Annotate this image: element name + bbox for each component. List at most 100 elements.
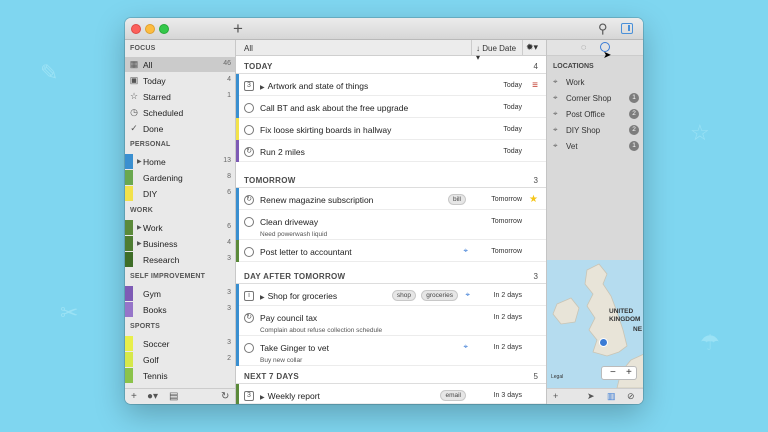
add-list-icon[interactable]: +	[131, 391, 137, 402]
grid-icon: ▦	[129, 59, 139, 69]
task-row[interactable]: ↻ Renew magazine subscription bill Tomor…	[236, 188, 546, 210]
disclosure-triangle-icon[interactable]: ▶	[260, 85, 265, 91]
sidebar-item-gardening[interactable]: Gardening 8	[125, 170, 235, 185]
task-note: Need powerwash liquid	[260, 231, 328, 238]
section-header-day-after-tomorrow: DAY AFTER TOMORROW 3	[236, 266, 546, 284]
checkbox[interactable]	[244, 343, 254, 353]
location-pin-icon: ⌖	[463, 342, 468, 351]
section-count: 3	[533, 272, 538, 281]
task-row[interactable]: ↻ Pay council tax Complain about refuse …	[236, 306, 546, 336]
sidebar-item-label: Gym	[143, 289, 161, 299]
location-item-post-office[interactable]: ⌖ Post Office 2	[553, 108, 641, 122]
sidebar-item-label: Work	[143, 223, 163, 233]
sidebar-item-count: 8	[227, 173, 231, 180]
sidebar-section-focus: FOCUS	[130, 45, 156, 52]
zoom-in-button[interactable]: +	[626, 367, 632, 378]
sidebar-item-done[interactable]: ✓ Done	[125, 121, 235, 136]
sidebar-item-work[interactable]: ▶ Work 6	[125, 220, 235, 235]
disclosure-triangle-icon[interactable]: ▶	[137, 158, 142, 165]
task-row[interactable]: Call BT and ask about the free upgrade T…	[236, 96, 546, 118]
repeat-checkbox-icon[interactable]: ↻	[244, 147, 254, 157]
navigation-arrow-icon[interactable]: ➤	[587, 391, 595, 402]
list-color	[236, 210, 239, 240]
task-row[interactable]: Fix loose skirting boards in hallway Tod…	[236, 118, 546, 140]
map-view[interactable]: UNITED KINGDOM NE − + Legal	[547, 260, 643, 388]
sidebar-item-business[interactable]: ▶ Business 4	[125, 236, 235, 251]
sidebar-item-all[interactable]: ▦ All 46	[125, 57, 235, 72]
sidebar-item-home[interactable]: ▶ Home 13	[125, 154, 235, 169]
checkbox[interactable]	[244, 217, 254, 227]
hide-map-icon[interactable]: ⊘	[627, 391, 635, 402]
disclosure-triangle-icon[interactable]: ▶	[260, 295, 265, 301]
gear-icon[interactable]: ✹▾	[526, 42, 538, 53]
tag-icon[interactable]: ◌	[581, 42, 586, 52]
list-color	[125, 220, 133, 235]
checklist-icon[interactable]: 3	[244, 391, 254, 401]
disclosure-triangle-icon[interactable]: ▶	[260, 395, 265, 401]
add-location-icon[interactable]: +	[553, 391, 558, 401]
panel-footer: + ➤ ▥ ⊘	[547, 388, 643, 404]
task-row[interactable]: 3 ▶ Weekly report email In 3 days	[236, 384, 546, 404]
tag-badge[interactable]: email	[440, 390, 466, 401]
sidebar-item-tennis[interactable]: Tennis	[125, 368, 235, 383]
sidebar-item-books[interactable]: Books 3	[125, 302, 235, 317]
filter-icon[interactable]: ●▾	[147, 391, 158, 402]
checkbox[interactable]	[244, 247, 254, 257]
close-window-button[interactable]	[131, 24, 141, 34]
sidebar-item-starred[interactable]: ☆ Starred 1	[125, 89, 235, 104]
tag-badge[interactable]: shop	[391, 290, 416, 301]
section-title: DAY AFTER TOMORROW	[244, 272, 346, 281]
task-row[interactable]: ↻ Run 2 miles Today	[236, 140, 546, 162]
section-title: NEXT 7 DAYS	[244, 372, 300, 381]
location-item-corner-shop[interactable]: ⌖ Corner Shop 1	[553, 92, 641, 106]
info-checklist-icon[interactable]: i	[244, 291, 254, 301]
sync-icon[interactable]: ↻	[221, 391, 229, 402]
sidebar-item-count: 1	[227, 92, 231, 99]
sidebar-item-gym[interactable]: Gym 3	[125, 286, 235, 301]
task-row[interactable]: Post letter to accountant ⌖ Tomorrow	[236, 240, 546, 262]
sidebar-item-golf[interactable]: Golf 2	[125, 352, 235, 367]
star-icon[interactable]: ★	[529, 194, 538, 205]
location-item-diy-shop[interactable]: ⌖ DIY Shop 2	[553, 124, 641, 138]
map-legal-link[interactable]: Legal	[551, 374, 563, 380]
task-row[interactable]: 3 ▶ Artwork and state of things Today ≡	[236, 74, 546, 96]
toggle-panel-icon[interactable]	[621, 23, 633, 34]
add-task-icon[interactable]: +	[233, 19, 243, 39]
list-color	[125, 236, 133, 251]
bg-doodle: ✎	[40, 60, 59, 85]
sort-dropdown[interactable]: ↓ Due Date ▾	[471, 40, 523, 62]
search-icon[interactable]: ⚲	[598, 21, 608, 37]
map-label-line: UNITED	[609, 308, 634, 315]
sidebar-section-personal: PERSONAL	[130, 141, 171, 148]
sidebar-item-research[interactable]: Research 3	[125, 252, 235, 267]
sidebar-item-count: 3	[227, 339, 231, 346]
sidebar-item-diy[interactable]: DIY 6	[125, 186, 235, 201]
task-due: In 2 days	[493, 344, 522, 351]
disclosure-triangle-icon[interactable]: ▶	[137, 240, 142, 247]
minimize-window-button[interactable]	[145, 24, 155, 34]
zoom-window-button[interactable]	[159, 24, 169, 34]
map-icon[interactable]: ▥	[607, 391, 616, 402]
list-color	[125, 336, 133, 351]
task-row[interactable]: i ▶ Shop for groceries shop groceries ⌖ I…	[236, 284, 546, 306]
task-row[interactable]: Take Ginger to vet Buy new collar ⌖ In 2…	[236, 336, 546, 366]
task-title: Renew magazine subscription	[260, 195, 374, 205]
tag-badge[interactable]: bill	[448, 194, 466, 205]
location-item-vet[interactable]: ⌖ Vet 1	[553, 140, 641, 154]
checkbox[interactable]	[244, 125, 254, 135]
disclosure-triangle-icon[interactable]: ▶	[137, 224, 142, 231]
location-item-work[interactable]: ⌖ Work	[553, 76, 641, 90]
sidebar-item-scheduled[interactable]: ◷ Scheduled	[125, 105, 235, 120]
task-due: In 2 days	[493, 292, 522, 299]
checklist-icon[interactable]: 3	[244, 81, 254, 91]
task-due: Tomorrow	[491, 248, 522, 255]
sidebar-item-soccer[interactable]: Soccer 3	[125, 336, 235, 351]
sidebar-item-today[interactable]: ▣ Today 4	[125, 73, 235, 88]
checkbox[interactable]	[244, 103, 254, 113]
calendar-icon[interactable]: ▤	[169, 391, 178, 402]
task-row[interactable]: Clean driveway Need powerwash liquid Tom…	[236, 210, 546, 240]
tag-badge[interactable]: groceries	[421, 290, 458, 301]
repeat-checkbox-icon[interactable]: ↻	[244, 195, 254, 205]
zoom-out-button[interactable]: −	[610, 367, 616, 378]
repeat-checkbox-icon[interactable]: ↻	[244, 313, 254, 323]
